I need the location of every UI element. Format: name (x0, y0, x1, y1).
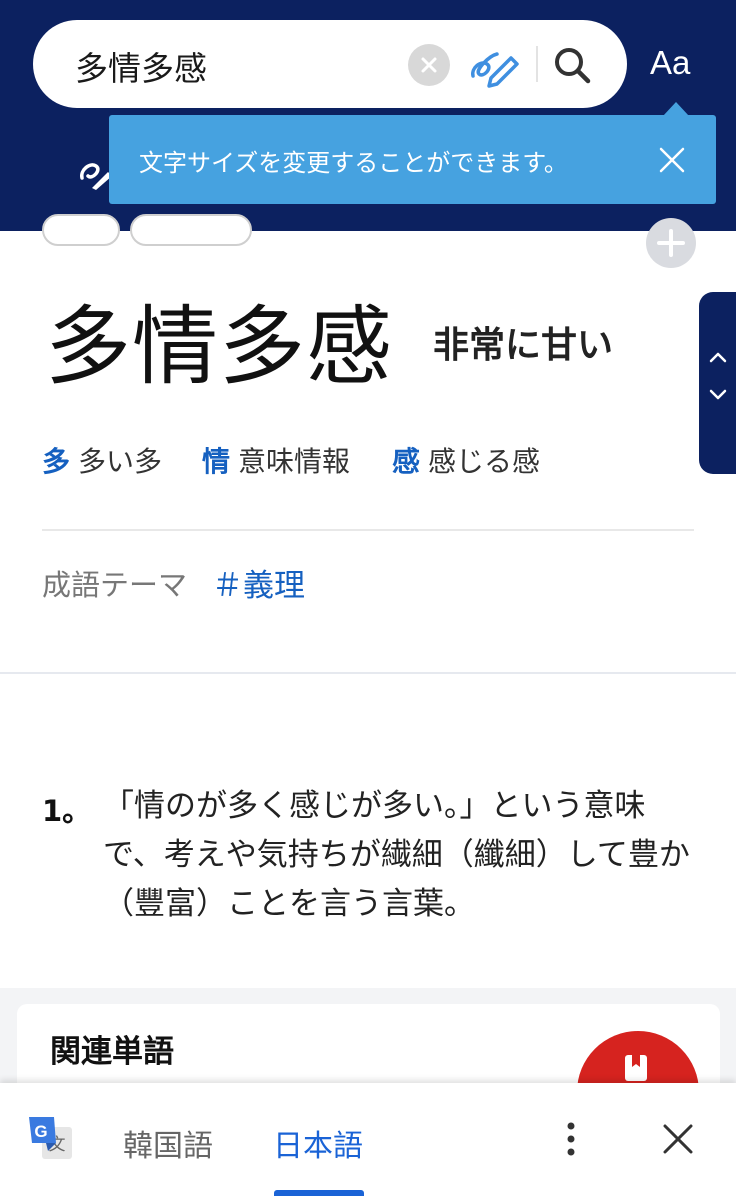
chevron-up-icon[interactable] (708, 350, 728, 364)
category-chip[interactable] (42, 214, 120, 246)
more-vert-icon[interactable] (557, 1119, 585, 1159)
search-icon (555, 48, 591, 84)
active-tab-indicator (274, 1190, 364, 1196)
bookmark-icon (625, 1055, 647, 1081)
svg-text:G: G (34, 1122, 47, 1141)
entry-word: 多情多感 (45, 297, 393, 397)
hanja-char: 感 (392, 445, 421, 478)
tooltip-text: 文字サイズを変更することができます。 (139, 149, 568, 177)
definition-number: 1。 (42, 794, 92, 828)
search-input[interactable]: 多情多感 (75, 42, 207, 90)
search-bar[interactable]: 多情多感 (33, 20, 627, 108)
handwriting-icon (471, 52, 519, 88)
entry-meaning-level: 非常に甘い (433, 325, 614, 366)
chevron-down-icon[interactable] (708, 388, 728, 402)
handwriting-button[interactable] (467, 40, 523, 90)
hanja-item[interactable]: 感感じる感 (392, 440, 540, 480)
tab-korean[interactable]: 韓国語 (123, 1121, 213, 1165)
add-wordbook-button[interactable] (646, 218, 696, 268)
section-divider (0, 672, 736, 674)
handwriting-shortcut-icon[interactable] (78, 150, 112, 190)
definition-text: 「情のが多く感じが多い。」という意味で、考えや気持ちが繊細（纖細）して豊か（豐富… (103, 788, 690, 922)
hanja-gloss: 感じる感 (428, 445, 541, 478)
tooltip-arrow (663, 102, 689, 116)
entry-side-nav[interactable] (699, 292, 736, 474)
search-divider (536, 46, 538, 82)
translate-bar: 文 G 韓国語 日本語 (0, 1083, 736, 1200)
clear-icon (421, 57, 437, 73)
theme-label: 成語テーマ (42, 568, 188, 602)
font-size-tooltip: 文字サイズを変更することができます。 (109, 115, 716, 204)
clear-search-button[interactable] (408, 44, 450, 86)
close-icon[interactable] (657, 145, 687, 175)
plus-icon (657, 229, 685, 257)
tab-japanese[interactable]: 日本語 (273, 1121, 363, 1165)
hanja-item[interactable]: 多多い多 (42, 440, 162, 480)
section-divider (42, 529, 694, 531)
hanja-char: 多 (42, 445, 71, 478)
search-button[interactable] (550, 40, 596, 90)
google-translate-icon[interactable]: 文 G (26, 1115, 74, 1163)
hanja-item[interactable]: 情意味情報 (202, 440, 350, 480)
level-chip[interactable] (130, 214, 252, 246)
hanja-gloss: 意味情報 (238, 445, 351, 478)
close-icon[interactable] (660, 1121, 696, 1157)
hanja-gloss: 多い多 (78, 445, 163, 478)
theme-tag-link[interactable]: ＃義理 (212, 560, 305, 605)
font-size-button[interactable]: Aa (650, 44, 690, 82)
related-words-title: 関連単語 (50, 1034, 174, 1070)
hanja-char: 情 (202, 445, 231, 478)
